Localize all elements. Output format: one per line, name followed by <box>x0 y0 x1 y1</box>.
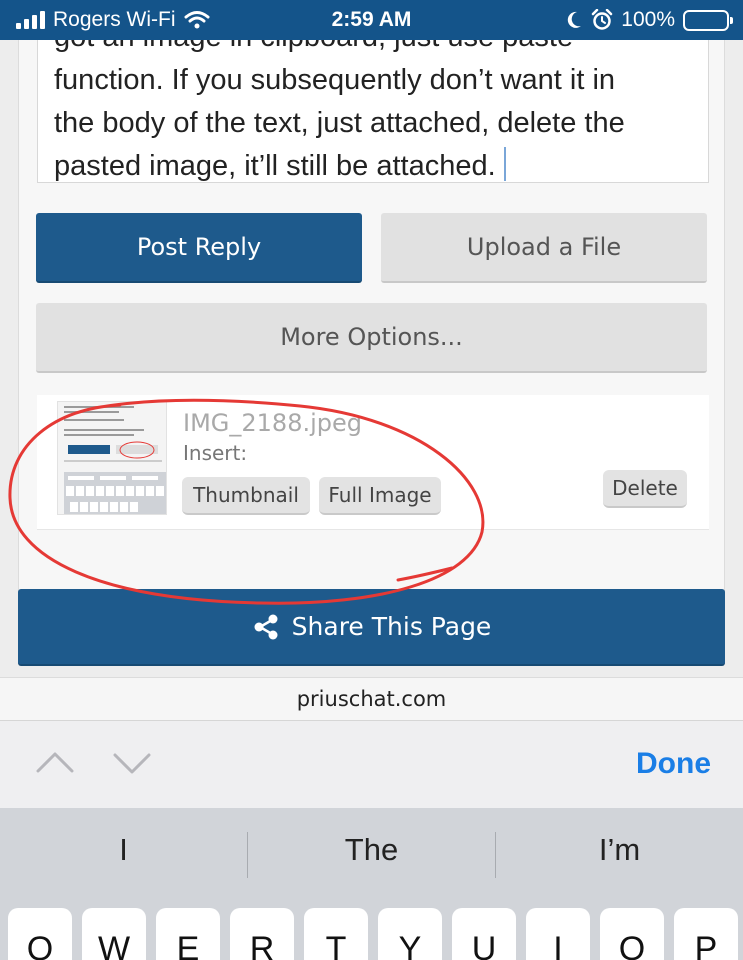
text-caret <box>503 147 506 181</box>
insert-label: Insert: <box>183 441 248 465</box>
insert-thumbnail-button[interactable]: Thumbnail <box>182 477 310 515</box>
ios-keyboard: I The I’m Q W E R T Y U I O P <box>0 808 743 960</box>
key-e[interactable]: E <box>156 908 220 960</box>
message-editor[interactable]: got an image in clipboard, just use past… <box>37 40 709 183</box>
suggestion-1[interactable]: I <box>0 832 247 868</box>
previous-field-chevron-icon[interactable] <box>36 751 74 773</box>
insert-full-image-button[interactable]: Full Image <box>319 477 441 515</box>
suggestion-3[interactable]: I’m <box>496 832 743 868</box>
key-w[interactable]: W <box>82 908 146 960</box>
upload-file-button[interactable]: Upload a File <box>381 213 707 283</box>
attachment-filename: IMG_2188.jpeg <box>183 409 362 437</box>
editor-line: got an image in clipboard, just use past… <box>54 40 699 59</box>
share-page-button[interactable]: Share This Page <box>18 589 725 666</box>
post-reply-button[interactable]: Post Reply <box>36 213 362 283</box>
page-content: got an image in clipboard, just use past… <box>0 40 743 677</box>
screenshot-preview-image <box>58 402 166 514</box>
alarm-icon <box>592 9 613 30</box>
done-button[interactable]: Done <box>636 747 711 781</box>
editor-line: the body of the text, just attached, del… <box>54 107 625 139</box>
editor-line-last: pasted image, it’ll still be attached. <box>54 145 699 182</box>
key-i[interactable]: I <box>526 908 590 960</box>
attachment-thumbnail[interactable] <box>57 401 167 515</box>
battery-icon <box>683 9 733 31</box>
editor-line: function. If you subsequently don’t want… <box>54 64 616 96</box>
status-bar: Rogers Wi-Fi 2:59 AM 100% <box>0 0 743 40</box>
key-r[interactable]: R <box>230 908 294 960</box>
share-page-label: Share This Page <box>291 612 492 641</box>
url-bar[interactable]: priuschat.com <box>0 677 743 720</box>
editor-text: got an image in clipboard, just use past… <box>54 40 699 182</box>
keyboard-accessory-bar: Done <box>0 720 743 808</box>
next-field-chevron-icon[interactable] <box>113 753 151 775</box>
delete-attachment-button[interactable]: Delete <box>603 470 687 508</box>
share-icon <box>254 614 278 639</box>
moon-icon <box>568 11 582 28</box>
key-o[interactable]: O <box>600 908 664 960</box>
key-y[interactable]: Y <box>378 908 442 960</box>
key-q[interactable]: Q <box>8 908 72 960</box>
key-t[interactable]: T <box>304 908 368 960</box>
status-right: 100% <box>565 8 733 32</box>
reply-form: got an image in clipboard, just use past… <box>18 40 725 596</box>
editor-line: pasted image, it’ll still be attached. <box>54 150 496 182</box>
battery-percent: 100% <box>621 8 675 31</box>
attachment-item: IMG_2188.jpeg Insert: Thumbnail Full Ima… <box>37 395 709 529</box>
suggestion-2[interactable]: The <box>248 832 495 868</box>
attachment-divider <box>37 529 709 530</box>
key-u[interactable]: U <box>452 908 516 960</box>
more-options-button[interactable]: More Options... <box>36 303 707 373</box>
key-p[interactable]: P <box>674 908 738 960</box>
